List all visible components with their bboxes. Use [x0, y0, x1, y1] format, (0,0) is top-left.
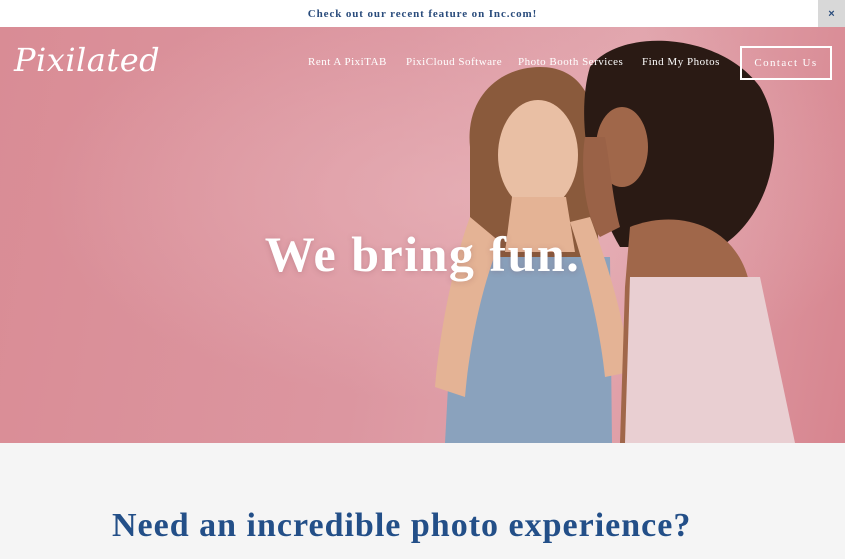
- nav-rent-pixitab[interactable]: Rent A PixiTAB: [308, 56, 387, 68]
- nav-find-my-photos[interactable]: Find My Photos: [642, 56, 720, 68]
- intro-title: Need an incredible photo experience?: [112, 507, 692, 544]
- contact-us-button[interactable]: Contact Us: [740, 46, 832, 80]
- intro-section: Need an incredible photo experience?: [0, 443, 845, 559]
- close-icon: ×: [828, 7, 835, 20]
- hero-section: Pixilated Rent A PixiTAB PixiCloud Softw…: [0, 27, 845, 443]
- nav-pixicloud-software[interactable]: PixiCloud Software: [406, 56, 502, 68]
- nav-photo-booth-services[interactable]: Photo Booth Services: [518, 56, 623, 68]
- close-announcement-button[interactable]: ×: [818, 0, 845, 27]
- main-nav: Rent A PixiTAB PixiCloud Software Photo …: [0, 46, 845, 80]
- hero-headline: We bring fun.: [264, 226, 581, 282]
- announcement-bar: Check out our recent feature on Inc.com!…: [0, 0, 845, 27]
- announcement-link[interactable]: Check out our recent feature on Inc.com!: [308, 8, 537, 20]
